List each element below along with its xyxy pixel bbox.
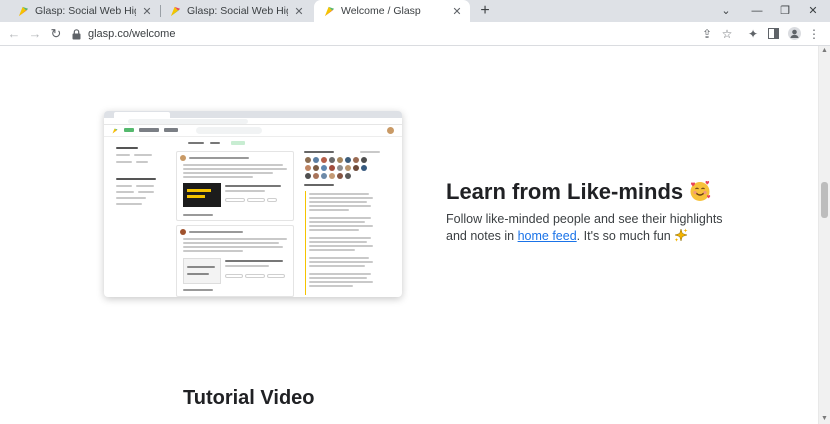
page-content: Learn from Like-minds Follow like-minded… bbox=[0, 46, 830, 424]
tutorial-video-heading: Tutorial Video bbox=[183, 387, 315, 409]
tab-title: Glasp: Social Web Highlighter bbox=[35, 5, 136, 17]
tab-title: Glasp: Social Web Highlighter bbox=[187, 5, 288, 17]
reload-icon[interactable]: ↻ bbox=[46, 24, 66, 44]
new-tab-button[interactable]: + bbox=[476, 2, 494, 20]
tab-title: Welcome / Glasp bbox=[341, 5, 421, 17]
feature-description: Follow like-minded people and see their … bbox=[446, 211, 736, 245]
side-panel-icon[interactable] bbox=[764, 25, 782, 43]
lock-icon bbox=[72, 28, 81, 39]
feature-title-text: Learn from Like-minds bbox=[446, 179, 684, 204]
feature-description-end: . It's so much fun bbox=[576, 229, 671, 243]
profile-icon[interactable] bbox=[785, 25, 803, 43]
minimize-icon[interactable]: — bbox=[747, 1, 767, 21]
glasp-favicon-icon bbox=[170, 6, 181, 16]
scroll-up-icon[interactable]: ▲ bbox=[819, 46, 830, 56]
tab-glasp-2[interactable]: Glasp: Social Web Highlighter ✕ bbox=[160, 0, 312, 22]
tab-glasp-1[interactable]: Glasp: Social Web Highlighter ✕ bbox=[8, 0, 160, 22]
bookmark-star-icon[interactable]: ☆ bbox=[718, 25, 736, 43]
scroll-down-icon[interactable]: ▼ bbox=[819, 414, 830, 424]
address-bar[interactable]: glasp.co/welcome bbox=[72, 25, 692, 43]
feature-title: Learn from Like-minds bbox=[446, 179, 711, 205]
tab-welcome[interactable]: Welcome / Glasp ✕ bbox=[314, 0, 470, 22]
smiling-face-with-hearts-icon bbox=[690, 181, 711, 201]
forward-icon[interactable]: → bbox=[25, 24, 45, 44]
tab-strip: Glasp: Social Web Highlighter ✕ Glasp: S… bbox=[0, 0, 830, 22]
home-feed-preview-image bbox=[104, 111, 402, 297]
back-icon[interactable]: ← bbox=[4, 24, 24, 44]
glasp-favicon-icon bbox=[18, 6, 29, 16]
restore-icon[interactable]: ❐ bbox=[775, 1, 795, 21]
close-icon[interactable]: ✕ bbox=[140, 5, 154, 18]
close-icon[interactable]: ✕ bbox=[292, 5, 306, 18]
tab-search-dropdown-icon[interactable]: ⌄ bbox=[716, 1, 736, 21]
window-close-icon[interactable]: ✕ bbox=[803, 1, 823, 21]
extensions-icon[interactable]: ✦ bbox=[744, 25, 762, 43]
glasp-favicon-icon bbox=[324, 6, 335, 16]
address-text: glasp.co/welcome bbox=[88, 28, 176, 40]
page-scrollbar[interactable]: ▲ ▼ bbox=[818, 46, 830, 424]
sparkles-icon bbox=[673, 228, 688, 242]
scroll-thumb[interactable] bbox=[821, 182, 828, 218]
share-icon[interactable]: ⇪ bbox=[698, 25, 716, 43]
browser-toolbar: ← → ↻ glasp.co/welcome ⇪ ☆ ✦ ⋮ bbox=[0, 22, 830, 46]
home-feed-link[interactable]: home feed bbox=[518, 229, 577, 243]
close-icon[interactable]: ✕ bbox=[450, 5, 464, 18]
menu-kebab-icon[interactable]: ⋮ bbox=[805, 25, 823, 43]
